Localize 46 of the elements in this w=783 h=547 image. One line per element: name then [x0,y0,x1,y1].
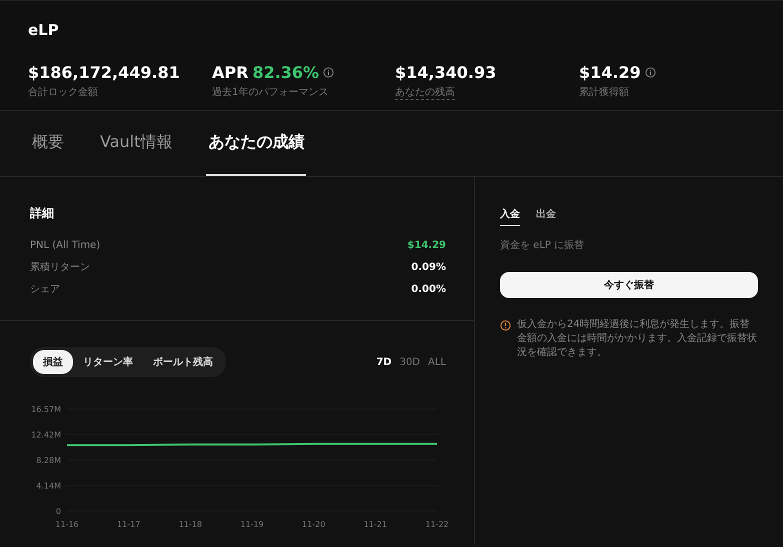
page-tab[interactable]: あなたの成績 [206,111,306,176]
detail-label: 累積リターン [30,260,90,274]
warning-icon [500,320,511,331]
details-title: 詳細 [30,205,55,222]
stat-label: 累計獲得額 [579,86,629,99]
detail-label: シェア [30,283,60,296]
detail-value: 0.00% [411,284,446,294]
metric-tab[interactable]: 損益 [33,350,73,374]
transfer-tab[interactable]: 入金 [500,207,520,226]
metric-tab[interactable]: ボールト残高 [143,350,223,374]
y-axis-label: 16.57M [31,405,61,414]
stat-value: $186,172,449.81 [28,63,180,82]
transfer-tab[interactable]: 出金 [536,207,556,226]
detail-label: PNL (All Time) [30,240,100,250]
transfer-button[interactable]: 今すぐ振替 [500,272,758,298]
x-axis-label: 11-20 [302,520,326,529]
y-axis-label: 8.28M [36,456,61,466]
y-axis-label: 4.14M [36,482,61,491]
page-tab[interactable]: Vault情報 [98,111,174,176]
x-axis-label: 11-16 [55,520,79,529]
stat-label: あなたの残高 [395,85,455,100]
detail-value: $14.29 [407,240,446,250]
x-axis-label: 11-22 [425,520,449,529]
stat-label: 過去1年のパフォーマンス [212,86,328,99]
detail-value: 0.09% [411,262,446,272]
stat-value: $14,340.93 [395,63,496,82]
range-tab[interactable]: ALL [428,356,446,368]
page-tab[interactable]: 概要 [30,111,66,176]
x-axis-label: 11-18 [178,520,202,529]
info-icon[interactable] [323,67,334,78]
stat-label: 合計ロック金額 [28,86,98,99]
metric-tab[interactable]: リターン率 [73,350,143,374]
range-tab[interactable]: 7D [376,356,392,368]
stat-value: 82.36% [252,63,320,82]
x-axis-label: 11-17 [117,520,140,529]
x-axis-label: 11-19 [240,520,264,529]
y-axis-label: 0 [56,507,61,516]
vault-title: eLP [28,21,60,39]
notice-text: 仮入金から24時間経過後に利息が発生します。振替金額の入金には時間がかかります。入金記録で振替状況を確認できます。 [517,318,758,360]
transfer-description: 資金を eLP に振替 [500,238,586,252]
y-axis-label: 12.42M [31,430,61,440]
range-tab[interactable]: 30D [400,356,420,368]
info-icon[interactable] [644,67,656,78]
x-axis-label: 11-21 [364,520,387,529]
stat-prefix: APR [212,63,248,82]
stat-value: $14.29 [579,63,641,82]
